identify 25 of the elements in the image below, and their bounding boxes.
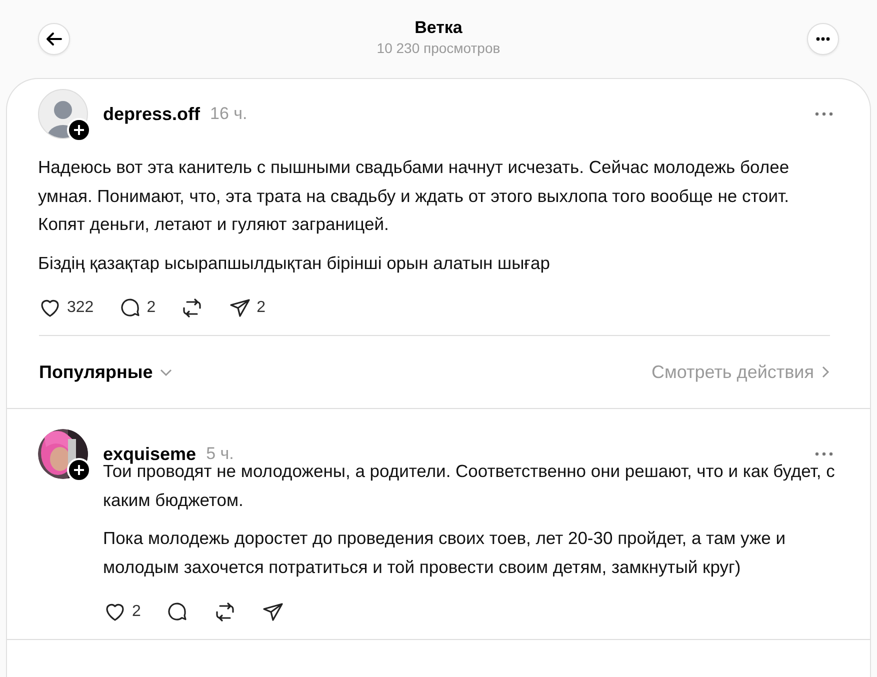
- like-button[interactable]: 322: [38, 295, 94, 321]
- like-button[interactable]: 2: [103, 599, 141, 625]
- username[interactable]: exquiseme: [103, 444, 196, 464]
- back-arrow-icon: [45, 30, 63, 48]
- more-icon: [815, 452, 833, 456]
- more-icon: [816, 37, 830, 41]
- send-icon: [228, 296, 252, 320]
- chevron-right-icon: [820, 365, 830, 379]
- follow-icon[interactable]: [67, 458, 91, 482]
- send-icon: [260, 600, 285, 624]
- post-text: Пока молодежь доростет до проведения своих тоев, лет 20-30 пройдет, а там уже и молодым захочется потратиться и той провести своим детям, замкнутый круг): [103, 527, 787, 579]
- back-button[interactable]: [38, 23, 70, 55]
- sort-dropdown[interactable]: Популярные: [39, 362, 173, 382]
- username[interactable]: depress.off: [103, 104, 200, 124]
- post-time: 5 ч.: [206, 444, 234, 464]
- reply-button[interactable]: 2: [118, 295, 156, 321]
- more-icon: [815, 112, 833, 116]
- follow-icon[interactable]: [67, 118, 91, 142]
- share-button[interactable]: 2: [228, 295, 266, 321]
- post-text: Надеюсь вот эта канитель с пышными свадьбами начнут исчезать. Сейчас молодежь более умная. Понимают, что, эта трата на свадьбу и ждать от этого выхлопа того вообще не стоит. Копят деньги, летают и гуляют заграницей.: [38, 156, 790, 236]
- post-text: Біздің қазақтар ысырапшылдықтан бірінші орын алатын шығар: [38, 252, 552, 275]
- page-title: Ветка: [414, 18, 462, 38]
- more-button[interactable]: [806, 23, 839, 55]
- post-time: 16 ч.: [210, 104, 248, 124]
- view-count: 10 230 просмотров: [376, 40, 500, 56]
